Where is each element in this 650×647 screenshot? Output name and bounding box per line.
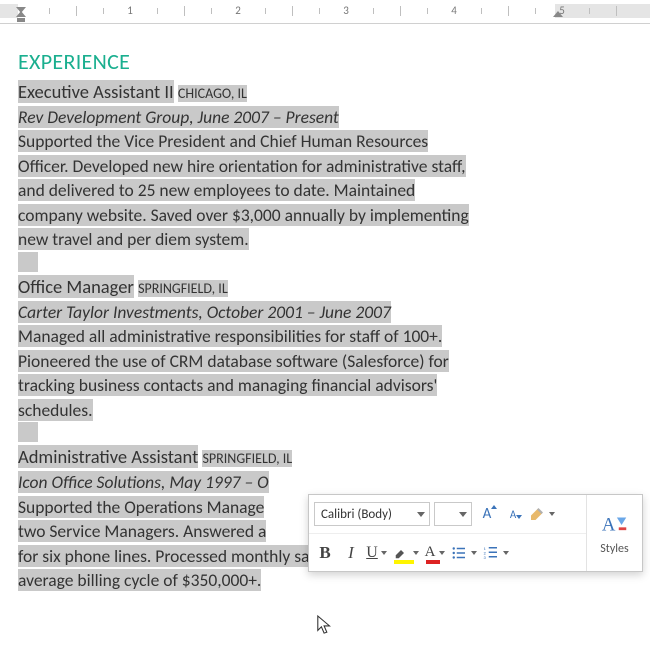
body-text: company website. Saved over $3,000 annua… — [18, 204, 469, 226]
svg-text:3: 3 — [484, 556, 487, 561]
ruler-label: 1 — [127, 4, 133, 17]
job-title: Executive Assistant II — [18, 80, 174, 103]
body-text: Pioneered the use of CRM database softwa… — [18, 350, 449, 372]
body-text: Supported the Operations Manage — [18, 496, 264, 518]
body-text: new travel and per diem system. — [18, 228, 249, 250]
body-text: and delivered to 25 new employees to dat… — [18, 179, 415, 201]
numbering-button[interactable]: 1 2 3 — [482, 540, 510, 566]
ruler-label: 2 — [235, 4, 241, 17]
ruler[interactable]: 1 2 3 4 5 — [0, 0, 650, 24]
styles-label: Styles — [600, 542, 628, 556]
grow-font-button[interactable]: A — [476, 501, 498, 527]
numbering-icon: 1 2 3 — [482, 544, 500, 562]
body-text: tracking business contacts and managing … — [18, 374, 437, 396]
job-location: SPRINGFIELD, IL — [202, 450, 292, 467]
job-location: SPRINGFIELD, IL — [138, 280, 228, 297]
svg-text:A: A — [601, 515, 615, 536]
empty-line — [18, 252, 38, 272]
underline-button[interactable]: U — [366, 540, 388, 566]
body-text: average billing cycle of $350,000+. — [18, 569, 261, 591]
bullets-icon — [450, 544, 468, 562]
body-text: schedules. — [18, 399, 93, 421]
font-family-combo[interactable]: Calibri (Body) — [314, 502, 430, 526]
font-color-button[interactable]: A — [424, 540, 446, 566]
hanging-indent[interactable] — [16, 11, 26, 17]
section-heading: EXPERIENCE — [18, 48, 632, 75]
ruler-label: 5 — [559, 4, 565, 17]
job-location: CHICAGO, IL — [178, 85, 247, 102]
shrink-font-button[interactable]: A — [502, 501, 524, 527]
italic-button[interactable]: I — [340, 540, 362, 566]
body-text: two Service Managers. Answered a — [18, 520, 266, 542]
empty-line — [18, 422, 38, 442]
format-painter-button[interactable] — [528, 501, 556, 527]
job-title: Administrative Assistant — [18, 445, 198, 468]
body-text: Managed all administrative responsibilit… — [18, 325, 442, 347]
job-company: Rev Development Group, June 2007 – Prese… — [18, 106, 339, 128]
bullets-button[interactable] — [450, 540, 478, 566]
ruler-label: 3 — [343, 4, 349, 17]
mini-toolbar: Calibri (Body) A A B I U A — [308, 494, 643, 572]
format-painter-icon — [528, 505, 546, 523]
styles-button[interactable]: A Styles — [586, 495, 642, 571]
ruler-label: 4 — [451, 4, 457, 17]
bold-button[interactable]: B — [314, 540, 336, 566]
body-text: Supported the Vice President and Chief H… — [18, 130, 428, 152]
font-size-combo[interactable] — [434, 502, 472, 526]
body-text: Officer. Developed new hire orientation … — [18, 155, 466, 177]
highlight-button[interactable] — [392, 540, 420, 566]
left-indent[interactable] — [17, 18, 25, 22]
job-company: Icon Office Solutions, May 1997 – O — [18, 471, 269, 493]
job-company: Carter Taylor Investments, October 2001 … — [18, 301, 391, 323]
styles-icon: A — [600, 510, 630, 540]
cursor-icon — [316, 614, 334, 636]
job-title: Office Manager — [18, 275, 134, 298]
